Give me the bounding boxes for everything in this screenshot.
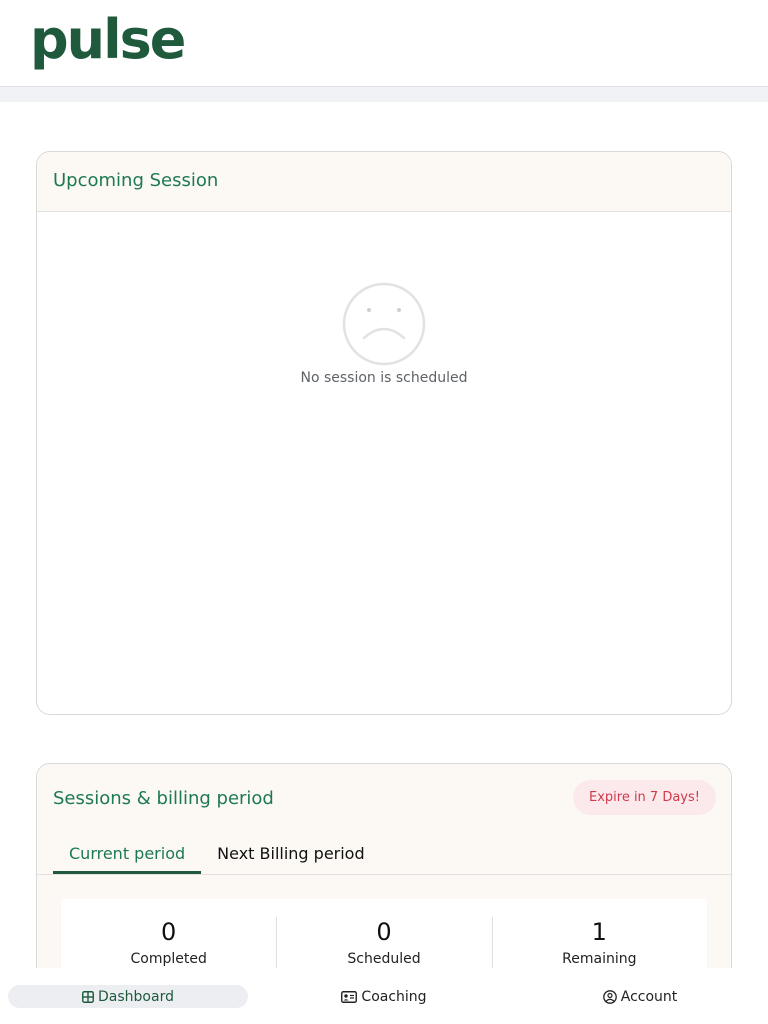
upcoming-session-card: Upcoming Session No session is scheduled	[36, 151, 732, 715]
nav-label: Dashboard	[98, 988, 174, 1005]
billing-title: Sessions & billing period	[53, 788, 274, 809]
pulse-logo[interactable]: pulse	[30, 2, 186, 78]
billing-tabs: Current period Next Billing period	[53, 838, 381, 874]
nav-item-dashboard[interactable]: Dashboard	[8, 985, 248, 1008]
id-card-icon	[341, 990, 358, 1003]
tab-current-period[interactable]: Current period	[53, 838, 202, 874]
nav-label: Account	[620, 988, 678, 1005]
billing-header: Sessions & billing period Expire in 7 Da…	[37, 764, 731, 875]
user-circle-icon	[602, 989, 617, 1004]
nav-item-coaching[interactable]: Coaching	[264, 985, 504, 1008]
stat-label: Scheduled	[347, 951, 421, 967]
top-bar: pulse	[0, 0, 768, 87]
stat-value: 0	[161, 918, 177, 946]
nav-item-account[interactable]: Account	[520, 985, 760, 1008]
upcoming-session-title: Upcoming Session	[53, 170, 219, 191]
empty-state-message: No session is scheduled	[300, 370, 468, 386]
stat-label: Completed	[130, 951, 207, 967]
empty-state: No session is scheduled	[37, 282, 731, 386]
nav-label: Coaching	[361, 988, 427, 1005]
stat-value: 0	[376, 918, 392, 946]
sad-face-icon	[342, 282, 426, 366]
grid-icon	[82, 990, 94, 1003]
stat-value: 1	[591, 918, 607, 946]
upcoming-session-header: Upcoming Session	[37, 152, 731, 212]
header-divider-strip	[0, 87, 768, 102]
tab-next-billing-period[interactable]: Next Billing period	[201, 838, 380, 872]
bottom-navigation: Dashboard Coaching Account	[0, 968, 768, 1024]
stat-label: Remaining	[562, 951, 637, 967]
expire-badge: Expire in 7 Days!	[572, 780, 716, 815]
